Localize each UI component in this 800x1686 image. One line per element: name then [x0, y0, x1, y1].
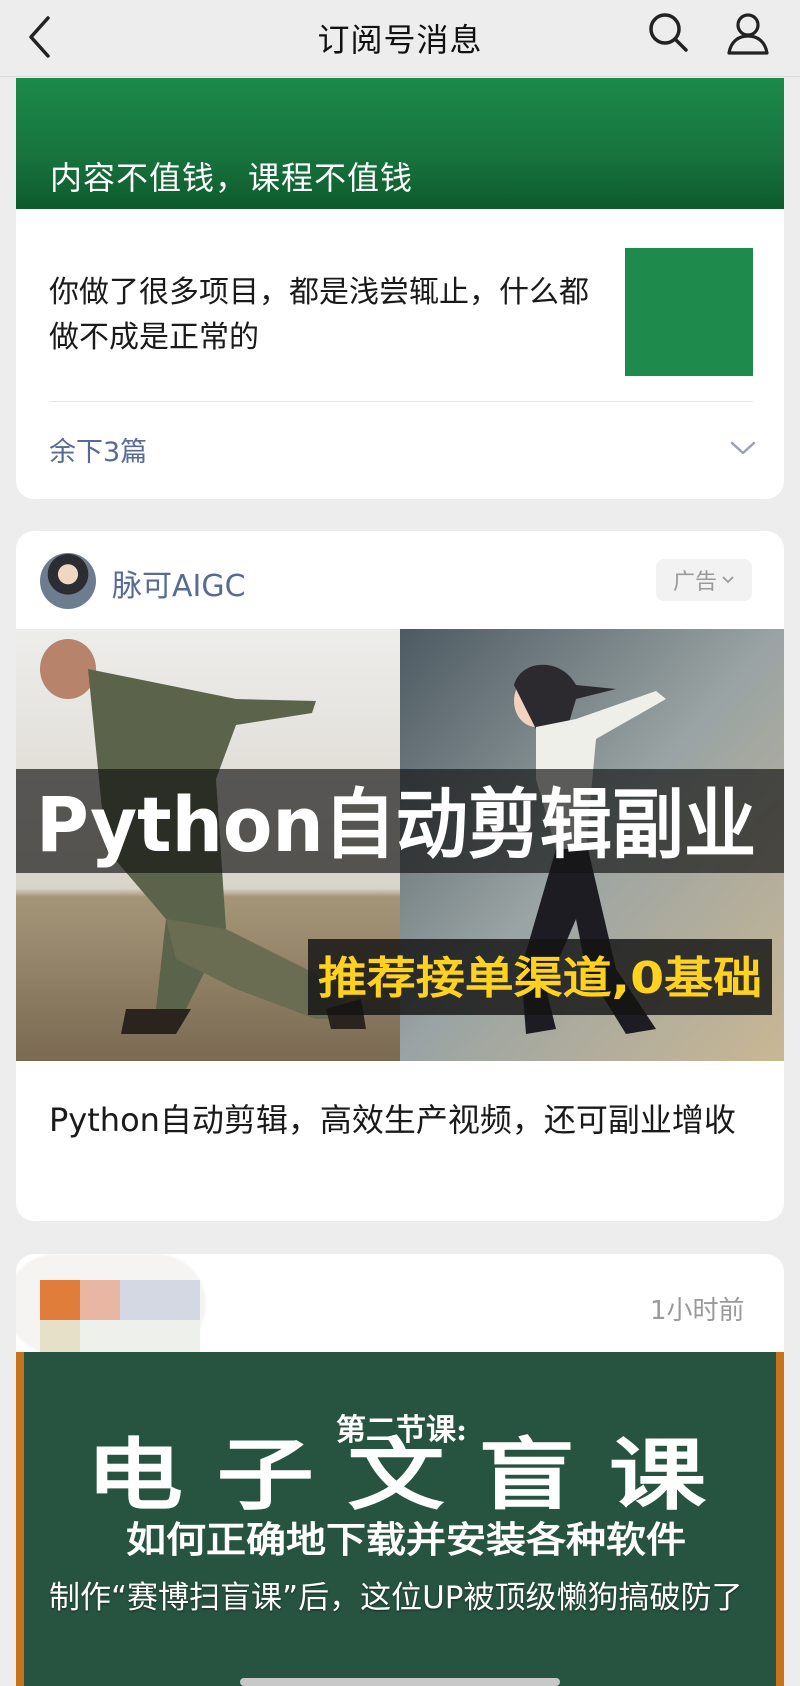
recent-article-card[interactable]: 1小时前 第二节课: 电 子 文 盲 课 如何正确地下载并安装各种软件 制作“赛… — [16, 1254, 784, 1686]
account-name[interactable]: 脉可AIGC — [112, 561, 246, 605]
top-nav-bar: 订阅号消息 — [0, 0, 800, 77]
article-caption[interactable]: 制作“赛博扫盲课”后，这位UP被顶级懒狗搞破防了 — [49, 1574, 749, 1622]
home-indicator — [240, 1678, 560, 1686]
banner-title: 内容不值钱，课程不值钱 — [50, 159, 414, 197]
search-icon[interactable] — [644, 8, 692, 56]
board-subline: 如何正确地下载并安装各种软件 — [126, 1519, 686, 1561]
page-title: 订阅号消息 — [317, 21, 483, 59]
ad-image-subline: 推荐接单渠道,0基础 — [318, 953, 762, 1004]
chevron-down-icon — [722, 576, 734, 584]
avatar[interactable] — [40, 553, 96, 609]
divider — [49, 401, 753, 402]
ad-tag-label: 广告 — [672, 570, 717, 595]
user-icon[interactable] — [722, 8, 774, 60]
ad-card[interactable]: 脉可AIGC 广告 Python自动剪辑副业 推荐接单渠道,0基础 Python… — [16, 531, 784, 1221]
sub-article-title[interactable]: 你做了很多项目，都是浅尝辄止，什么都做不成是正常的 — [49, 270, 589, 360]
mosaic-avatar[interactable] — [40, 1280, 200, 1360]
board-big-text: 电 子 文 盲 课 — [86, 1430, 707, 1521]
article-banner[interactable]: 内容不值钱，课程不值钱 — [16, 78, 784, 209]
sub-article-thumbnail[interactable] — [625, 248, 753, 376]
ad-cover-image[interactable]: Python自动剪辑副业 推荐接单渠道,0基础 — [16, 629, 784, 1061]
timestamp: 1小时前 — [650, 1296, 745, 1326]
subscription-article-card[interactable]: 内容不值钱，课程不值钱 你做了很多项目，都是浅尝辄止，什么都做不成是正常的 余下… — [16, 78, 784, 499]
article-cover-image[interactable]: 第二节课: 电 子 文 盲 课 如何正确地下载并安装各种软件 — [16, 1352, 784, 1686]
ad-tag-button[interactable]: 广告 — [656, 559, 752, 601]
ad-title[interactable]: Python自动剪辑，高效生产视频，还可副业增收 — [49, 1097, 749, 1144]
back-chevron-icon[interactable] — [22, 12, 62, 62]
remaining-articles-link[interactable]: 余下3篇 — [49, 430, 147, 469]
ad-image-headline: Python自动剪辑副业 — [36, 780, 756, 869]
chevron-down-icon[interactable] — [728, 436, 758, 460]
